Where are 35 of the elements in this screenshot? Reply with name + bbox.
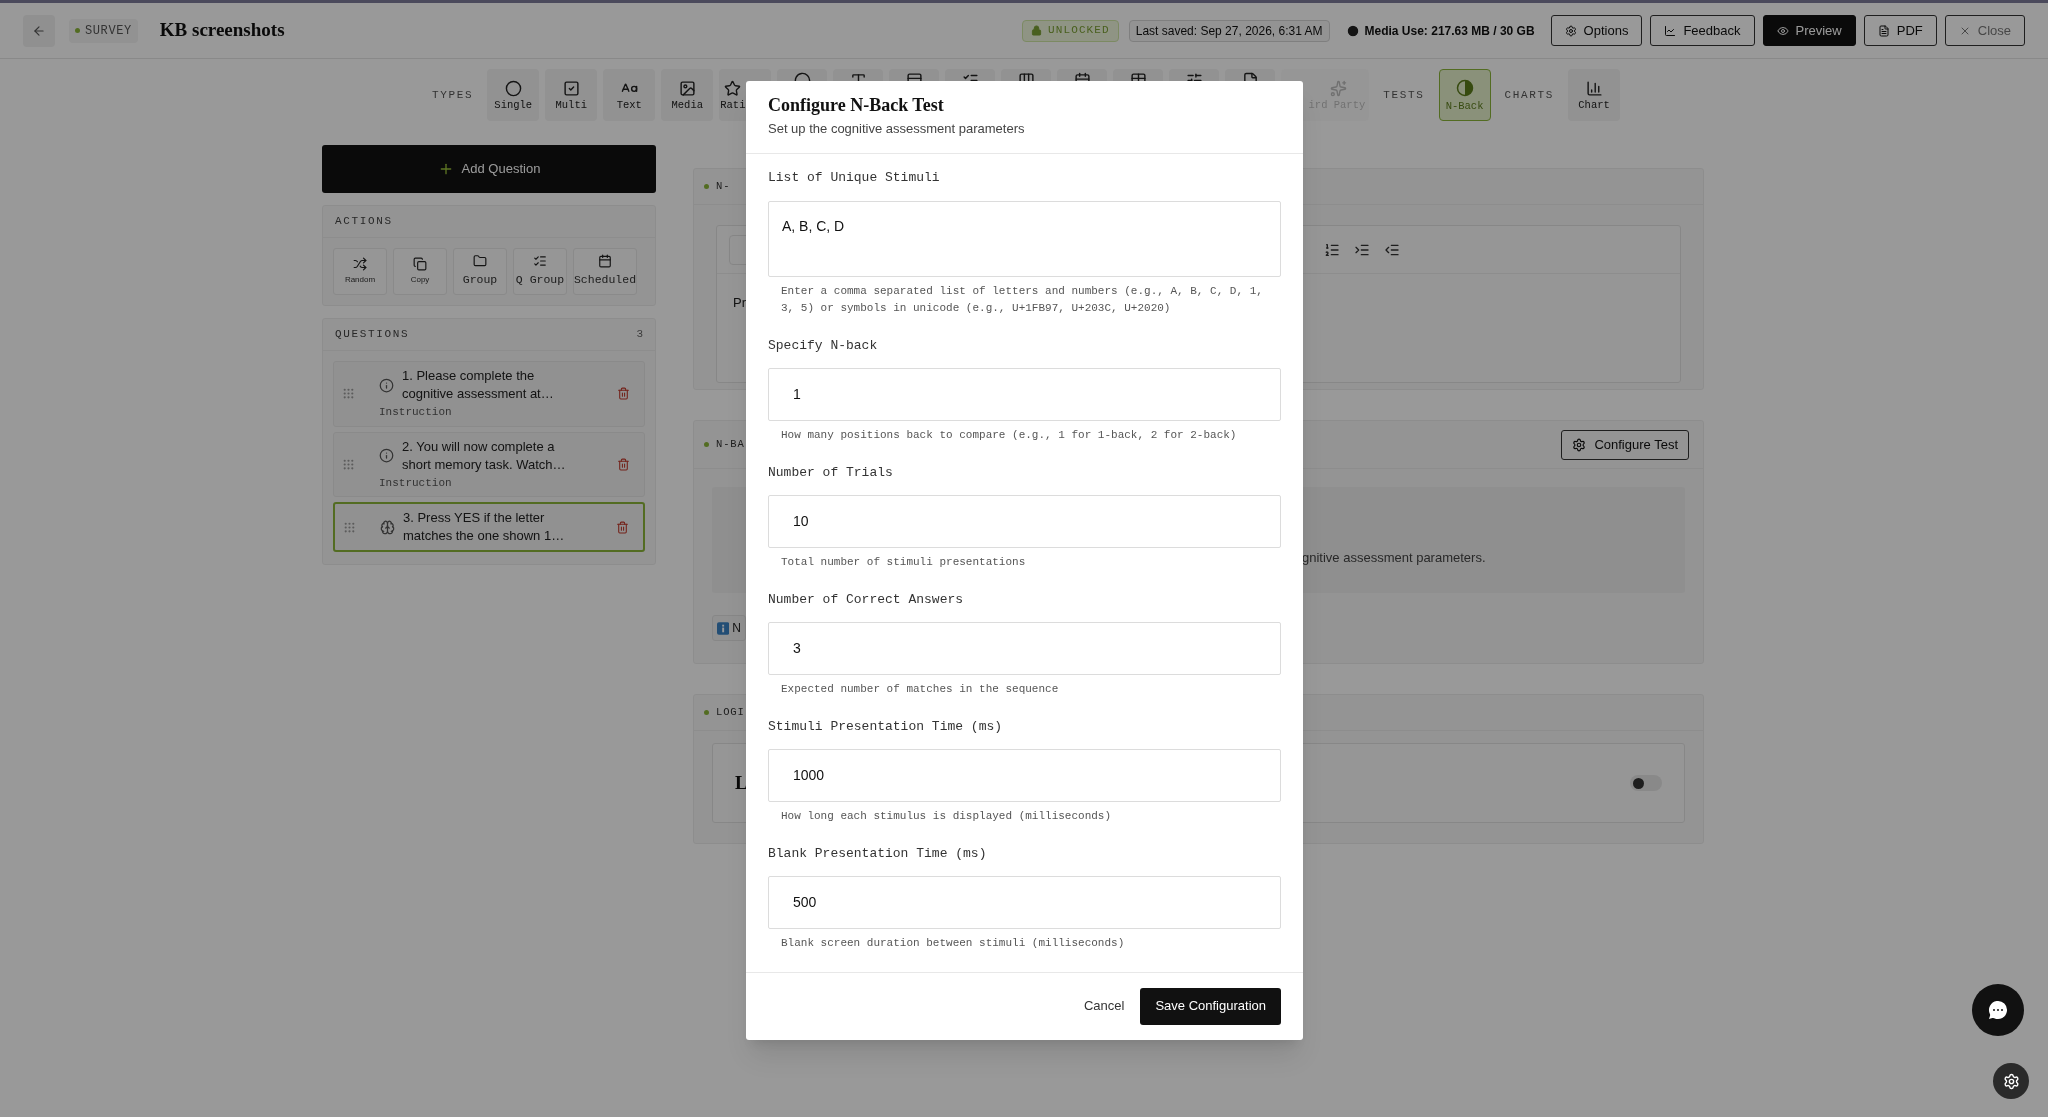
question-type-label: Instruction: [379, 475, 453, 491]
question-count: 3: [636, 327, 643, 343]
group-label: TESTS: [1383, 87, 1425, 103]
field-help-text: Expected number of matches in the sequence: [780, 681, 1060, 697]
field-help-text: Total number of stimuli presentations: [780, 554, 1027, 570]
card-title: LOGI: [716, 704, 745, 720]
last-saved-label: Last saved: Sep 27, 2026, 6:31 AM: [1128, 19, 1330, 42]
panel-title: ACTIONS: [335, 214, 393, 230]
field-help-text: Enter a comma separated list of letters and numbers (e.g., A, B, C, D, 1, 3, 5) or symbols in unicode (e.g., U+1FB97, U+203C, U+2020): [780, 283, 1264, 316]
field-label: Number of Correct Answers: [768, 590, 965, 609]
question-text: 1. Please complete the cognitive assessment at…: [402, 367, 555, 403]
question-text: 2. You will now complete a short memory task. Watch…: [402, 437, 567, 474]
field-help-text: How many positions back to compare (e.g., 1 for 1-back, 2 for 2-back): [780, 427, 1238, 443]
group-label: TYPES: [432, 87, 474, 103]
preview-text: gnitive assessment parameters.: [1302, 549, 1486, 568]
document-title: KB screenshots: [159, 18, 285, 43]
field-label: Number of Trials: [768, 463, 894, 482]
field-help-text: Blank screen duration between stimuli (milliseconds): [780, 935, 1126, 951]
field-label: Specify N-back: [768, 336, 879, 355]
info-badge: N: [712, 615, 746, 641]
question-text: 3. Press YES if the letter matches the one shown 1…: [403, 509, 566, 545]
group-label: CHARTS: [1504, 87, 1555, 103]
editor-text: Pr: [733, 295, 746, 310]
dialog-subtitle: Set up the cognitive assessment parameters: [768, 120, 1026, 138]
field-label: Stimuli Presentation Time (ms): [768, 717, 1004, 736]
card-title: N-BA: [716, 436, 745, 452]
card-title: N-: [716, 178, 731, 194]
section-badge: SURVEY: [69, 18, 138, 43]
panel-title: QUESTIONS: [335, 327, 410, 343]
question-type-label: Instruction: [379, 405, 453, 420]
field-label: Blank Presentation Time (ms): [768, 844, 988, 863]
lock-status-badge: UNLOCKED: [1022, 19, 1119, 42]
field-help-text: How long each stimulus is displayed (milliseconds): [780, 808, 1113, 824]
field-label: List of Unique Stimuli: [768, 168, 941, 187]
media-usage-label: Media Use: 217.63 MB / 30 GB: [1364, 22, 1535, 40]
